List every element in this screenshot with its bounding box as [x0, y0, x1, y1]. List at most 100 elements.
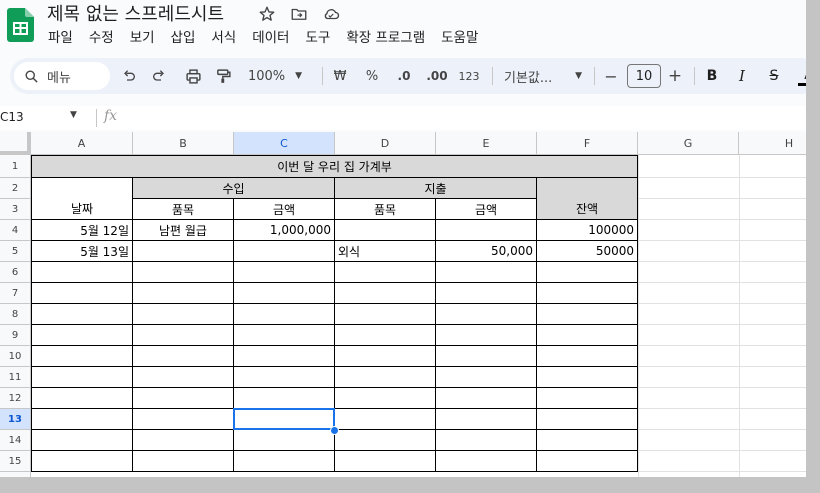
- date-cell[interactable]: 5월 13일: [32, 241, 133, 262]
- empty-cell[interactable]: [32, 346, 133, 367]
- row-header[interactable]: 3: [0, 199, 31, 220]
- empty-cell[interactable]: [133, 430, 234, 451]
- empty-cell[interactable]: [32, 262, 133, 283]
- empty-cell[interactable]: [32, 325, 133, 346]
- strikethrough-button[interactable]: S: [764, 65, 784, 87]
- expense-header-cell[interactable]: 지출: [335, 178, 537, 199]
- zoom-select[interactable]: 100% ▼: [248, 65, 302, 87]
- empty-cell[interactable]: [335, 388, 436, 409]
- empty-cell[interactable]: [335, 451, 436, 472]
- empty-cell[interactable]: [234, 283, 335, 304]
- empty-cell[interactable]: [335, 346, 436, 367]
- menu-help[interactable]: 도움말: [433, 26, 486, 50]
- column-header-c[interactable]: C: [234, 132, 335, 155]
- empty-cell[interactable]: [537, 367, 638, 388]
- empty-cell[interactable]: [234, 262, 335, 283]
- empty-cell[interactable]: [537, 451, 638, 472]
- row-header[interactable]: 2: [0, 178, 31, 199]
- undo-icon[interactable]: [118, 65, 140, 87]
- empty-cell[interactable]: [436, 283, 537, 304]
- increase-decimal-button[interactable]: .00: [424, 65, 450, 87]
- empty-cell[interactable]: [436, 325, 537, 346]
- empty-cell[interactable]: [133, 388, 234, 409]
- empty-cell[interactable]: [335, 325, 436, 346]
- cloud-status-icon[interactable]: [319, 3, 343, 25]
- menu-view[interactable]: 보기: [122, 26, 163, 50]
- sheets-logo-icon[interactable]: [7, 8, 34, 42]
- menu-format[interactable]: 서식: [203, 26, 244, 50]
- increase-font-size-button[interactable]: +: [666, 65, 684, 87]
- income-item-cell[interactable]: 남편 월급: [133, 220, 234, 241]
- empty-cell[interactable]: [32, 367, 133, 388]
- menu-file[interactable]: 파일: [40, 26, 81, 50]
- empty-cell[interactable]: [436, 388, 537, 409]
- income-header-cell[interactable]: 수입: [133, 178, 335, 199]
- expense-amount-cell[interactable]: [436, 220, 537, 241]
- column-header-a[interactable]: A: [31, 132, 133, 155]
- active-cell-selection[interactable]: [233, 408, 335, 430]
- column-header-d[interactable]: D: [335, 132, 436, 155]
- redo-icon[interactable]: [148, 65, 170, 87]
- empty-cell[interactable]: [133, 367, 234, 388]
- row-header[interactable]: 7: [0, 283, 31, 304]
- menu-edit[interactable]: 수정: [81, 26, 122, 50]
- text-color-button[interactable]: A: [798, 65, 806, 87]
- menu-insert[interactable]: 삽입: [163, 26, 204, 50]
- paint-format-icon[interactable]: [212, 65, 234, 87]
- empty-cell[interactable]: [32, 304, 133, 325]
- row-header[interactable]: 5: [0, 241, 31, 262]
- menu-tools[interactable]: 도구: [297, 26, 338, 50]
- menu-search[interactable]: 메뉴: [14, 62, 110, 90]
- empty-cell[interactable]: [335, 304, 436, 325]
- star-icon[interactable]: [255, 3, 279, 25]
- income-amount-header[interactable]: 금액: [234, 199, 335, 220]
- expense-item-header[interactable]: 품목: [335, 199, 436, 220]
- row-header[interactable]: 6: [0, 262, 31, 283]
- decrease-decimal-button[interactable]: .0: [392, 65, 416, 87]
- income-item-cell[interactable]: [133, 241, 234, 262]
- print-icon[interactable]: [182, 65, 204, 87]
- column-header-h[interactable]: H: [739, 132, 806, 155]
- empty-cell[interactable]: [32, 451, 133, 472]
- balance-cell[interactable]: 50000: [537, 241, 638, 262]
- empty-cell[interactable]: [32, 430, 133, 451]
- empty-cell[interactable]: [335, 262, 436, 283]
- row-header[interactable]: 8: [0, 304, 31, 325]
- empty-cell[interactable]: [335, 409, 436, 430]
- row-header[interactable]: 13: [0, 409, 31, 430]
- currency-format-button[interactable]: ₩: [330, 65, 350, 87]
- name-box[interactable]: C13 ▼: [0, 109, 90, 129]
- expense-amount-header[interactable]: 금액: [436, 199, 537, 220]
- empty-cell[interactable]: [133, 262, 234, 283]
- row-header[interactable]: 4: [0, 220, 31, 241]
- empty-cell[interactable]: [335, 430, 436, 451]
- empty-cell[interactable]: [133, 409, 234, 430]
- empty-cell[interactable]: [234, 451, 335, 472]
- sheet-grid[interactable]: A B C D E F G H 1 2 3 4 5 6 7 8 9 10 11 …: [0, 132, 806, 477]
- empty-cell[interactable]: [133, 346, 234, 367]
- empty-cell[interactable]: [234, 325, 335, 346]
- empty-cell[interactable]: [234, 346, 335, 367]
- empty-cell[interactable]: [436, 451, 537, 472]
- row-header[interactable]: 10: [0, 346, 31, 367]
- empty-cell[interactable]: [133, 304, 234, 325]
- bold-button[interactable]: B: [702, 65, 722, 87]
- expense-item-cell[interactable]: 외식: [335, 241, 436, 262]
- empty-cell[interactable]: [436, 430, 537, 451]
- menu-extensions[interactable]: 확장 프로그램: [338, 26, 433, 50]
- empty-cell[interactable]: [32, 388, 133, 409]
- sheet-title-cell[interactable]: 이번 달 우리 집 가계부: [32, 156, 638, 178]
- empty-cell[interactable]: [335, 367, 436, 388]
- empty-cell[interactable]: [133, 451, 234, 472]
- expense-amount-cell[interactable]: 50,000: [436, 241, 537, 262]
- column-header-e[interactable]: E: [436, 132, 537, 155]
- move-folder-icon[interactable]: [287, 3, 311, 25]
- income-amount-cell[interactable]: 1,000,000: [234, 220, 335, 241]
- empty-cell[interactable]: [234, 388, 335, 409]
- empty-cell[interactable]: [436, 409, 537, 430]
- empty-cell[interactable]: [335, 283, 436, 304]
- column-header-g[interactable]: G: [638, 132, 739, 155]
- row-header[interactable]: 16: [0, 472, 31, 477]
- row-header[interactable]: 14: [0, 430, 31, 451]
- empty-cell[interactable]: [537, 283, 638, 304]
